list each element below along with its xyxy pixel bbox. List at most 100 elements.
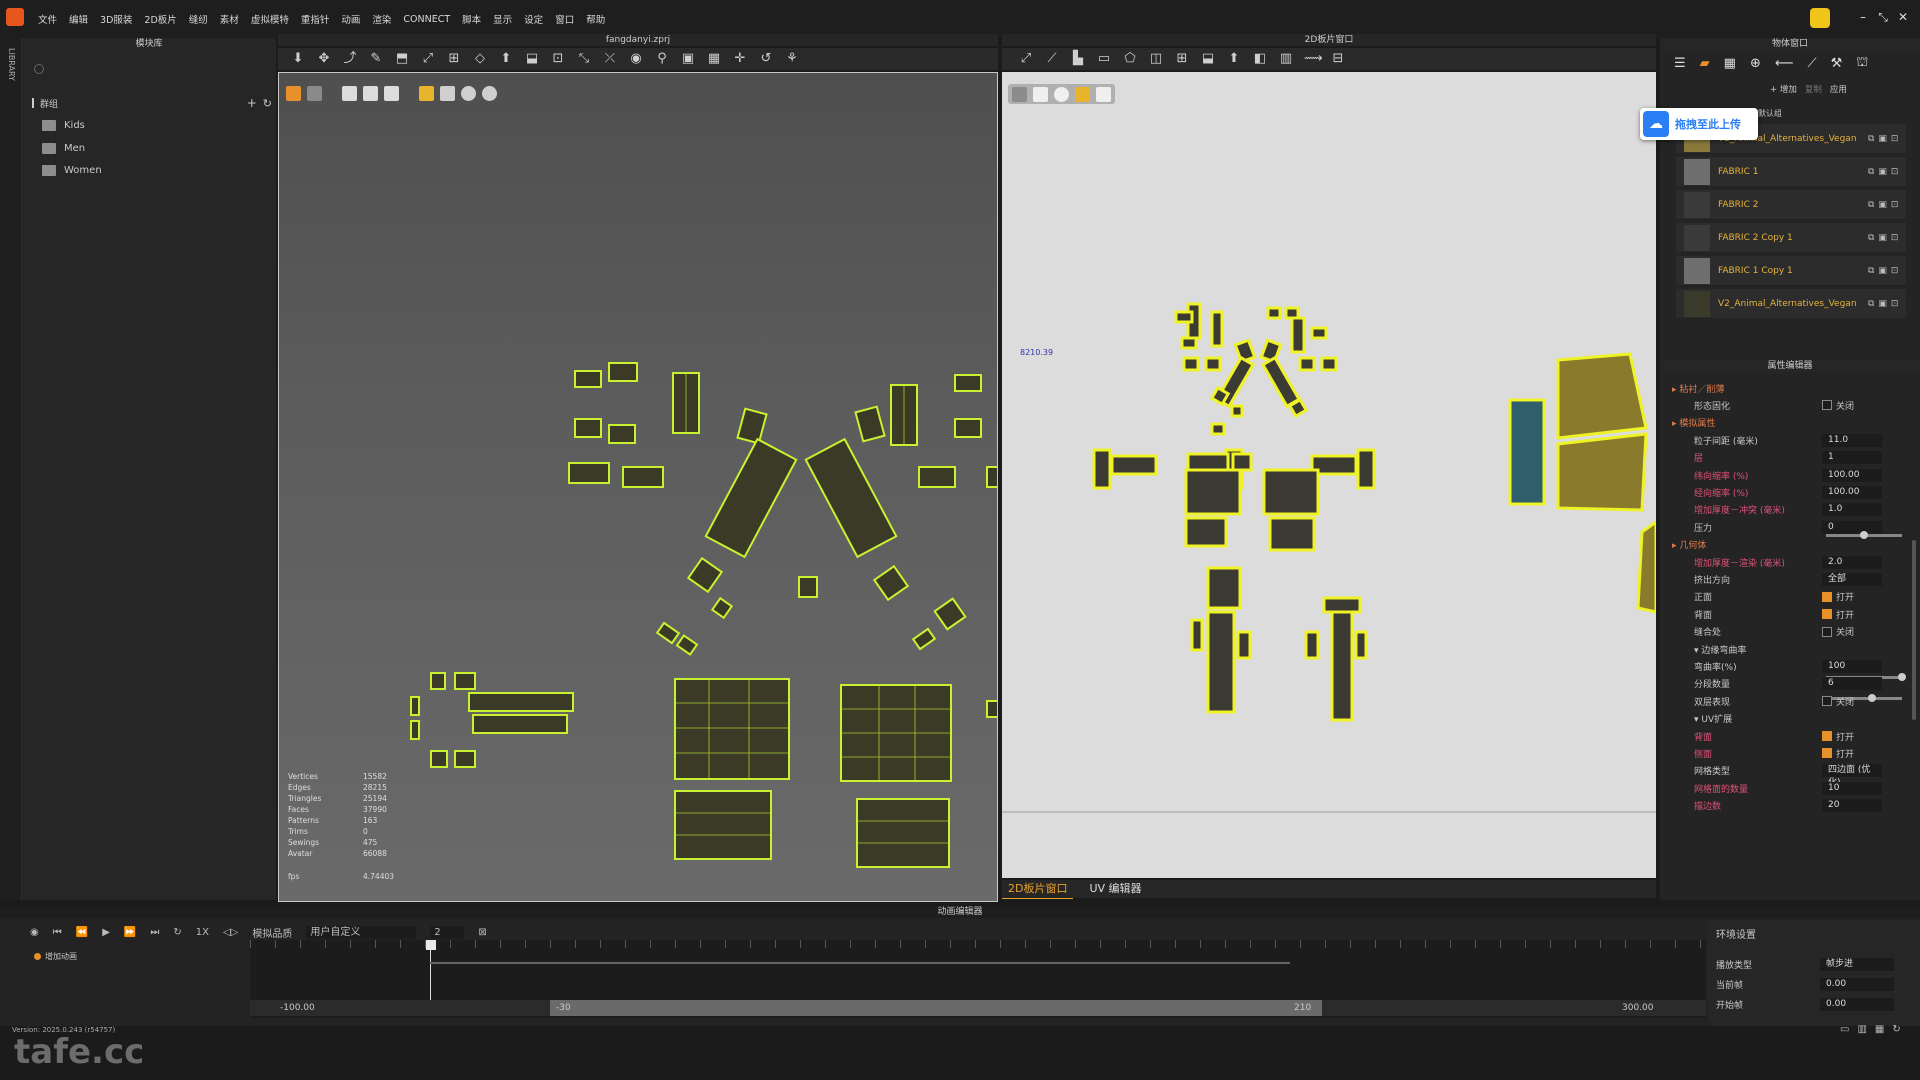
checkbox-icon[interactable] (1822, 626, 1832, 637)
measure-icon[interactable]: ⤢ (420, 51, 436, 67)
fabric-row-icons[interactable]: ⧉▣⊡ (1868, 233, 1902, 243)
checkbox-icon[interactable] (1822, 609, 1832, 620)
range-bar[interactable]: -100.00 -30 210 300.00 (250, 1000, 1706, 1016)
transform-icon[interactable]: ⬒ (394, 51, 410, 67)
quality-select[interactable]: 用户自定义 (306, 925, 417, 939)
menu-item[interactable]: 设定 (524, 12, 543, 26)
property-row[interactable]: ▸ 模拟属性 (1672, 415, 1912, 431)
minimize-icon[interactable]: – (1856, 10, 1870, 24)
menu-item[interactable]: 缝纫 (189, 12, 208, 26)
search-icon[interactable] (34, 64, 44, 74)
checkbox-icon[interactable] (1822, 696, 1832, 707)
puncture-icon[interactable]: ✛ (732, 51, 748, 67)
shading-icon[interactable] (440, 85, 455, 101)
checkbox-icon[interactable] (1822, 748, 1832, 759)
pleat-icon[interactable]: ◇ (472, 51, 488, 67)
property-value[interactable]: 全部 (1822, 572, 1882, 586)
select-tool-icon[interactable]: ⬇ (290, 51, 306, 67)
property-value[interactable]: 四边面 (优化) (1822, 764, 1882, 788)
property-checkbox[interactable]: 打开 (1822, 608, 1854, 621)
menu-item[interactable]: 3D服装 (100, 12, 132, 26)
property-value[interactable]: 2.0 (1822, 555, 1882, 569)
trim-icon[interactable]: ▣ (680, 51, 696, 67)
user-avatar-icon[interactable] (1810, 8, 1830, 28)
button-tab-icon[interactable]: ⊕ (1750, 56, 1761, 71)
fabric-row[interactable]: FABRIC 1 Copy 1 ⧉▣⊡ (1676, 256, 1906, 286)
range-end[interactable]: 300.00 (1622, 1003, 1654, 1013)
check-sew-icon[interactable]: ⊟ (1330, 51, 1346, 67)
line-tab-icon[interactable]: ⟋ (1808, 56, 1817, 71)
steam-icon[interactable]: ⬆ (498, 51, 514, 67)
grid-layout-icon[interactable]: ▦ (1875, 1024, 1884, 1035)
export-icon[interactable]: ⊠ (478, 927, 486, 938)
zipper-tab-icon[interactable]: ⚒ (1831, 56, 1843, 71)
avatar-view-icon[interactable] (384, 85, 399, 101)
app-logo[interactable] (6, 8, 24, 26)
fabric-tab-icon[interactable]: ▰ (1700, 56, 1710, 71)
property-row[interactable]: ▸ 粘衬／削薄 (1672, 380, 1912, 396)
zipper-icon[interactable]: ⚲ (654, 51, 670, 67)
flatten-icon[interactable]: ⬓ (524, 51, 540, 67)
trim-tab-icon[interactable]: ⛫ (1856, 55, 1868, 72)
fabric-row-icons[interactable]: ⧉▣⊡ (1868, 266, 1902, 276)
tack-icon[interactable]: ⤫ (602, 51, 618, 67)
record-icon[interactable]: ◉ (30, 927, 39, 938)
menu-item[interactable]: 素材 (220, 12, 239, 26)
globe-icon[interactable] (482, 85, 497, 101)
property-row[interactable]: ▸ 几何体 (1672, 537, 1912, 553)
topstitch-tab-icon[interactable]: ⟵ (1775, 56, 1794, 71)
property-value[interactable]: 100.00 (1822, 468, 1882, 482)
stitch-icon[interactable]: ⤡ (576, 51, 592, 67)
move-tool-icon[interactable]: ✥ (316, 51, 332, 67)
property-value[interactable]: 100 (1822, 659, 1882, 673)
property-checkbox[interactable]: 关闭 (1822, 695, 1854, 708)
pin-tool-icon[interactable]: ✎ (368, 51, 384, 67)
refresh-icon[interactable]: ↻ (263, 97, 272, 110)
trace-icon[interactable]: ⬆ (1226, 51, 1242, 67)
avatar-pose-icon[interactable]: ⚘ (784, 51, 800, 67)
fabric-row[interactable]: FABRIC 2 Copy 1 ⧉▣⊡ (1676, 223, 1906, 253)
property-value[interactable]: 20 (1822, 799, 1882, 813)
step-back-icon[interactable]: ⏪ (76, 927, 88, 938)
menu-item[interactable]: 文件 (38, 12, 57, 26)
menu-item[interactable]: 重指针 (301, 12, 330, 26)
menu-item[interactable]: 脚本 (462, 12, 481, 26)
play-icon[interactable]: ▶ (102, 927, 110, 938)
refresh-status-icon[interactable]: ↻ (1892, 1024, 1900, 1035)
menu-item[interactable]: 虚拟模特 (251, 12, 289, 26)
property-value[interactable]: 1 (1822, 451, 1882, 465)
keyframe-icon[interactable]: ◁▷ (223, 927, 238, 938)
fabric-copy-button[interactable]: 复制 (1805, 83, 1822, 95)
menu-item[interactable]: 渲染 (372, 12, 391, 26)
polygon-icon[interactable]: ⬠ (1122, 51, 1138, 67)
button-tool-icon[interactable]: ◉ (628, 51, 644, 67)
edit-point-icon[interactable]: ⟋ (1044, 51, 1060, 67)
property-value[interactable]: 100.00 (1822, 485, 1882, 499)
pattern-tab-icon[interactable]: ▦ (1724, 56, 1736, 71)
loop-icon[interactable]: ↻ (173, 927, 181, 938)
property-value[interactable]: 0 (1822, 520, 1882, 534)
range-start[interactable]: -100.00 (280, 1003, 315, 1013)
dart-icon[interactable]: ⊞ (1174, 51, 1190, 67)
step-forward-icon[interactable]: ⏩ (124, 927, 136, 938)
head-icon[interactable] (461, 85, 476, 101)
rectangle-icon[interactable]: ▭ (1096, 51, 1112, 67)
env-value[interactable]: 0.00 (1820, 978, 1894, 991)
fold-line-icon[interactable]: ◧ (1252, 51, 1268, 67)
fabric-row-icons[interactable]: ⧉▣⊡ (1868, 134, 1902, 144)
split-icon[interactable]: ▥ (1857, 1024, 1866, 1035)
light-icon[interactable] (419, 85, 434, 101)
range-selection[interactable] (550, 1000, 1322, 1016)
speed-label[interactable]: 1X (196, 927, 209, 938)
fit-map-icon[interactable] (363, 85, 378, 101)
list-icon[interactable]: ☰ (1674, 56, 1686, 71)
fabric-row-icons[interactable]: ⧉▣⊡ (1868, 299, 1902, 309)
free-sew-icon[interactable]: ⟿ (1304, 51, 1323, 67)
fold-arrange-icon[interactable]: ↺ (758, 51, 774, 67)
env-value[interactable]: 0.00 (1820, 998, 1894, 1011)
menu-item[interactable]: 2D板片 (144, 12, 176, 26)
property-value[interactable]: 10 (1822, 781, 1882, 795)
env-value[interactable]: 帧步进 (1820, 958, 1894, 971)
skip-end-icon[interactable]: ⏭ (150, 927, 159, 938)
add-icon[interactable]: + (247, 96, 257, 110)
